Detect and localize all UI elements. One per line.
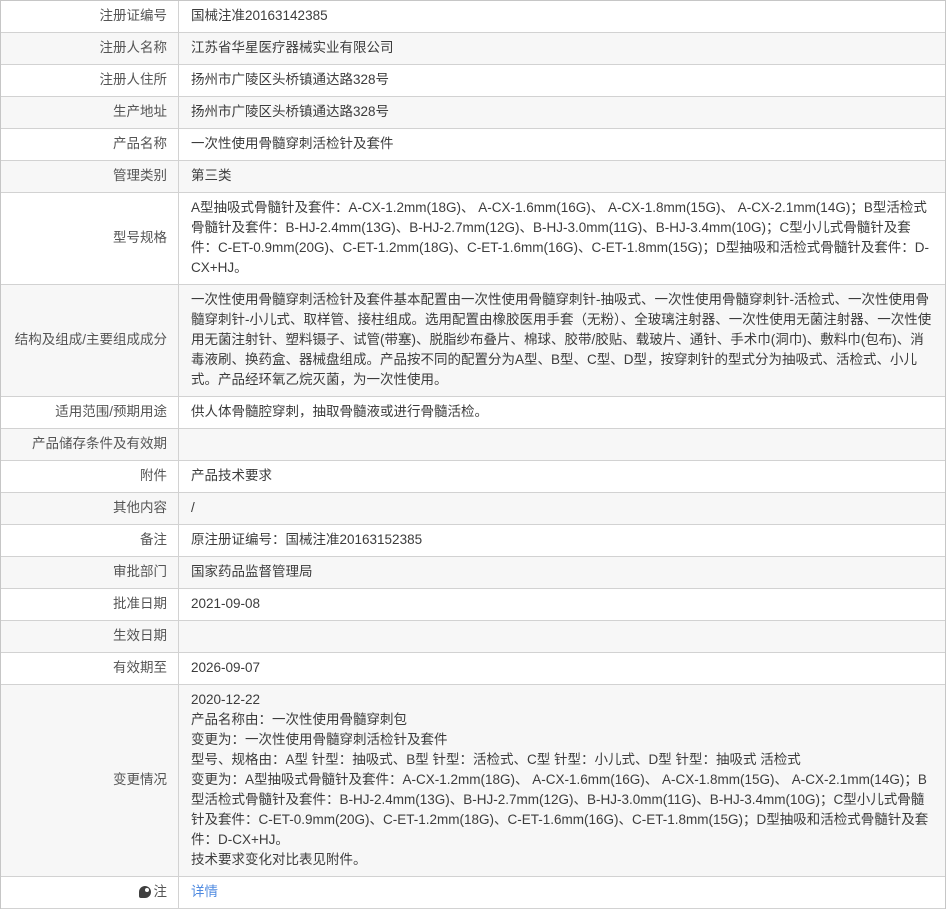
row-structure-composition: 结构及组成/主要组成成分 一次性使用骨髓穿刺活检针及套件基本配置由一次性使用骨髓… (1, 285, 945, 397)
row-product-name: 产品名称 一次性使用骨髓穿刺活检针及套件 (1, 129, 945, 161)
row-approval-date: 批准日期 2021-09-08 (1, 589, 945, 621)
field-value: 供人体骨髓腔穿刺，抽取骨髓液或进行骨髓活检。 (191, 404, 488, 419)
field-value: 一次性使用骨髓穿刺活检针及套件基本配置由一次性使用骨髓穿刺针-抽吸式、一次性使用… (191, 292, 932, 387)
row-approval-department: 审批部门 国家药品监督管理局 (1, 557, 945, 589)
row-attachments: 附件 产品技术要求 (1, 461, 945, 493)
field-label: 管理类别 (1, 161, 179, 192)
change-line: 变更为：A型抽吸式骨髓针及套件：A-CX-1.2mm(18G)、 A-CX-1.… (191, 772, 929, 847)
row-production-address: 生产地址 扬州市广陵区头桥镇通达路328号 (1, 97, 945, 129)
field-label: 产品名称 (1, 129, 179, 160)
details-link[interactable]: 详情 (191, 882, 933, 902)
change-line: 产品名称由：一次性使用骨髓穿刺包 (191, 712, 407, 727)
field-value: 扬州市广陵区头桥镇通达路328号 (191, 72, 390, 87)
change-line: 技术要求变化对比表见附件。 (191, 852, 367, 867)
field-value: 江苏省华星医疗器械实业有限公司 (191, 40, 394, 55)
field-label: 有效期至 (1, 653, 179, 684)
note-label: 注 (153, 884, 168, 899)
field-value: 2026-09-07 (191, 660, 261, 675)
field-label: 注册人住所 (1, 65, 179, 96)
row-effective-date: 生效日期 (1, 621, 945, 653)
field-label: 批准日期 (1, 589, 179, 620)
row-management-category: 管理类别 第三类 (1, 161, 945, 193)
field-label: 其他内容 (1, 493, 179, 524)
field-value: A型抽吸式骨髓针及套件：A-CX-1.2mm(18G)、 A-CX-1.6mm(… (191, 200, 930, 275)
row-model-specs: 型号规格 A型抽吸式骨髓针及套件：A-CX-1.2mm(18G)、 A-CX-1… (1, 193, 945, 285)
field-label: 注册证编号 (1, 1, 179, 32)
field-value: 详情 (179, 877, 945, 908)
row-intended-use: 适用范围/预期用途 供人体骨髓腔穿刺，抽取骨髓液或进行骨髓活检。 (1, 397, 945, 429)
field-label: 备注 (1, 525, 179, 556)
field-label: 结构及组成/主要组成成分 (1, 285, 179, 396)
registration-info-table: 注册证编号 国械注准20163142385 注册人名称 江苏省华星医疗器械实业有… (0, 0, 946, 909)
field-value: 原注册证编号：国械注准20163152385 (191, 532, 423, 547)
row-remarks: 备注 原注册证编号：国械注准20163152385 (1, 525, 945, 557)
change-line: 变更为：一次性使用骨髓穿刺活检针及套件 (191, 732, 448, 747)
field-label: 注 (1, 877, 179, 908)
field-value (179, 429, 945, 460)
change-line: 型号、规格由：A型 针型：抽吸式、B型 针型：活检式、C型 针型：小儿式、D型 … (191, 752, 801, 767)
field-value: 第三类 (191, 168, 232, 183)
row-registrant-name: 注册人名称 江苏省华星医疗器械实业有限公司 (1, 33, 945, 65)
field-label: 生效日期 (1, 621, 179, 652)
field-value: 2021-09-08 (191, 596, 261, 611)
field-label: 注册人名称 (1, 33, 179, 64)
field-value: 2020-12-22 产品名称由：一次性使用骨髓穿刺包 变更为：一次性使用骨髓穿… (179, 685, 945, 876)
field-label: 型号规格 (1, 193, 179, 284)
row-expiry-date: 有效期至 2026-09-07 (1, 653, 945, 685)
row-change-details: 变更情况 2020-12-22 产品名称由：一次性使用骨髓穿刺包 变更为：一次性… (1, 685, 945, 877)
row-other-content: 其他内容 / (1, 493, 945, 525)
field-value: 扬州市广陵区头桥镇通达路328号 (191, 104, 390, 119)
field-value: 产品技术要求 (191, 468, 272, 483)
field-label: 审批部门 (1, 557, 179, 588)
row-storage-validity: 产品储存条件及有效期 (1, 429, 945, 461)
row-registrant-address: 注册人住所 扬州市广陵区头桥镇通达路328号 (1, 65, 945, 97)
field-value: 国械注准20163142385 (191, 8, 328, 23)
field-label: 变更情况 (1, 685, 179, 876)
field-value: / (191, 500, 195, 515)
field-label: 产品储存条件及有效期 (1, 429, 179, 460)
field-value: 国家药品监督管理局 (191, 564, 313, 579)
field-label: 适用范围/预期用途 (1, 397, 179, 428)
field-value (179, 621, 945, 652)
change-line: 2020-12-22 (191, 692, 261, 707)
field-label: 生产地址 (1, 97, 179, 128)
note-balloon-icon (138, 886, 151, 898)
field-label: 附件 (1, 461, 179, 492)
field-value: 一次性使用骨髓穿刺活检针及套件 (191, 136, 394, 151)
row-note: 注 详情 (1, 877, 945, 909)
row-cert-number: 注册证编号 国械注准20163142385 (1, 1, 945, 33)
